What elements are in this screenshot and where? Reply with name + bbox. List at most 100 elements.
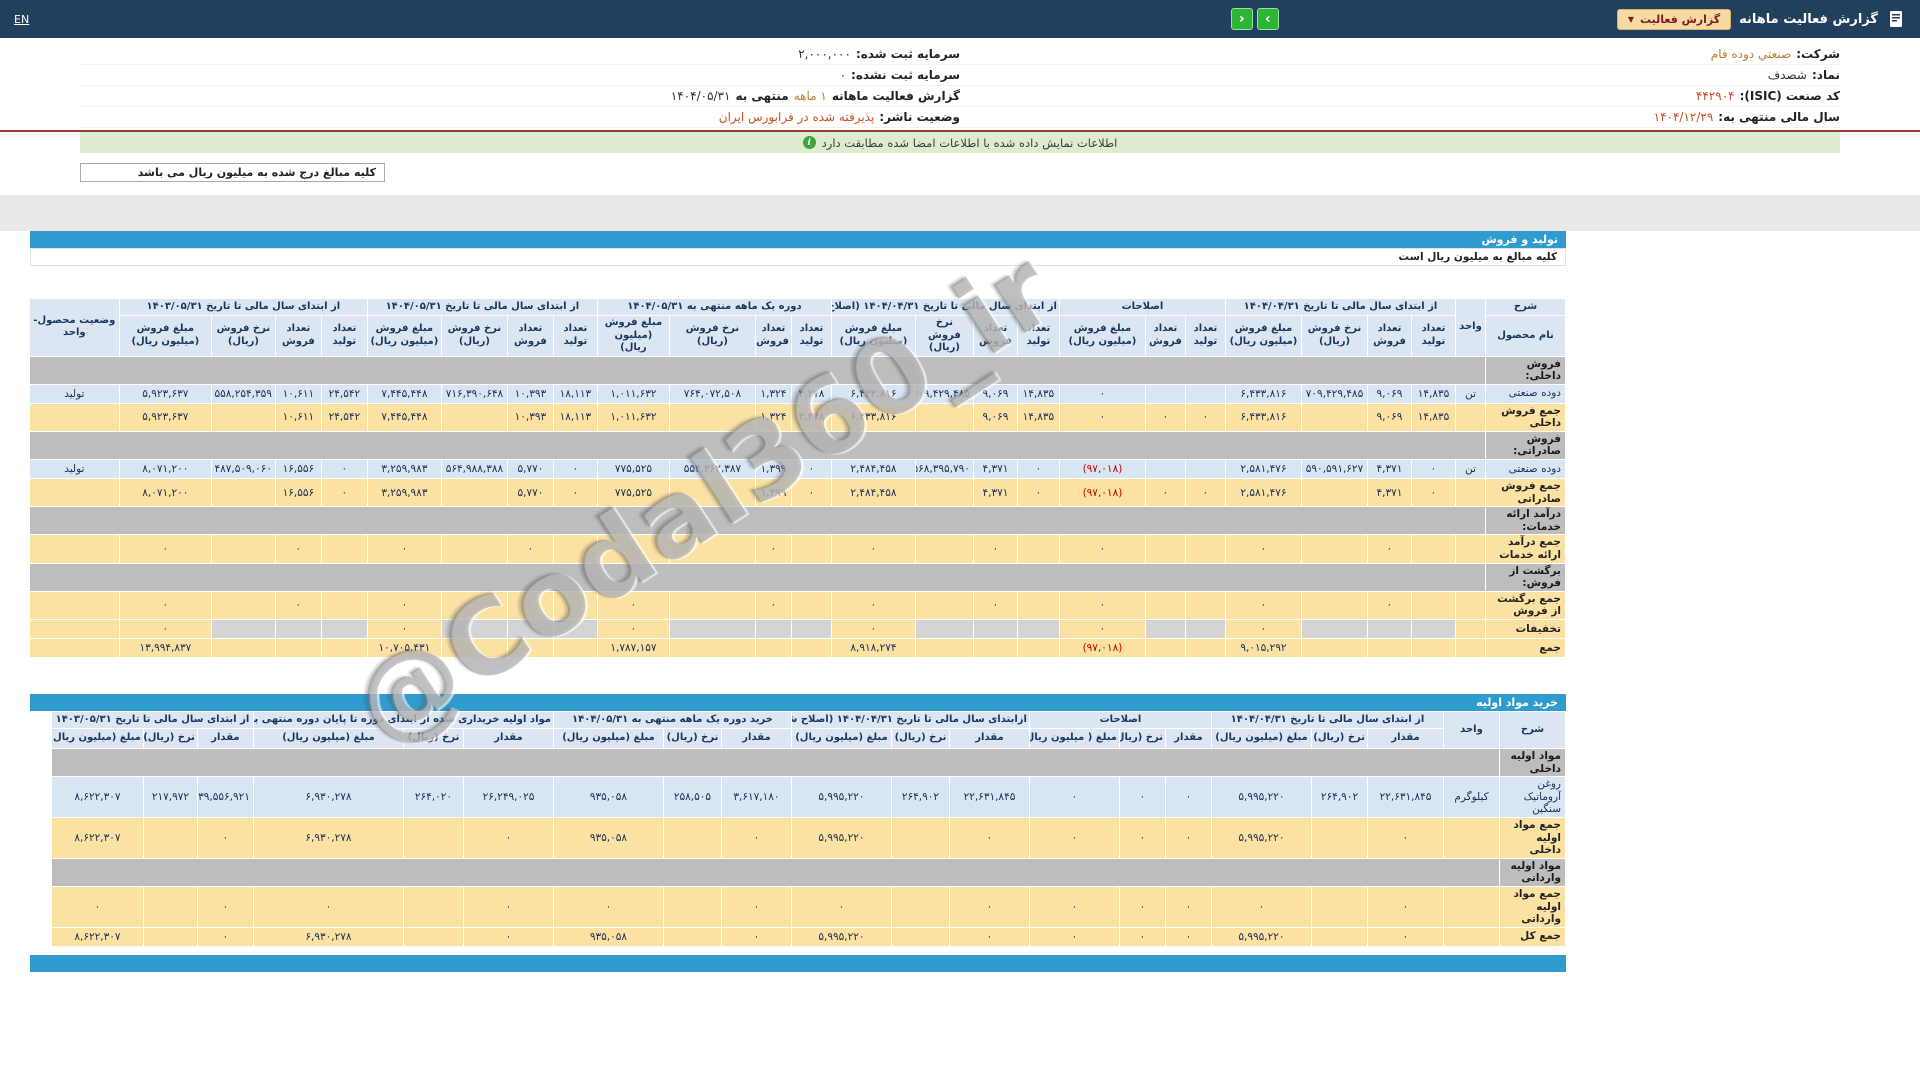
table-row: جمع فروش صادراتی ۰ ۴,۳۷۱ ۲,۵۸۱,۴۷۶ ۰ ۰ (۹۷,۰۱۸… [28,478,1566,508]
product-status-cell [28,402,120,432]
column-subheader: تعداد فروش [754,315,792,357]
info-value: صنعتي دوده فام [1710,47,1792,61]
value-cell: ۱۰,۳۹۳ [506,402,554,432]
info-label: شرکت: [1796,47,1840,61]
value-cell [1301,638,1368,658]
column-subheader: تعداد تولید [790,315,832,357]
value-cell: ۱۳,۹۹۴,۸۳۷ [118,638,212,658]
value-cell: ۲۶۴,۰۲۰ [402,776,464,818]
value-cell: ۱۰,۳۹۳ [506,383,554,404]
value-cell [28,562,1487,592]
column-group-header: دوره یک ماهه منتهی به ۱۴۰۴/۰۵/۳۱ [596,298,832,316]
column-subheader: مبلغ فروش (میلیون ریال) [830,315,916,357]
value-cell: ۱۰,۷۰۵,۴۳۱ [366,638,442,658]
value-cell [402,816,464,859]
unit-cell: تن [1455,383,1486,404]
value-cell: ۷۰۹,۴۲۹,۴۸۵ [1301,383,1368,404]
value-cell [402,885,464,928]
value-cell [1016,619,1060,639]
info-row: وضعیت ناشر: پذیرفته شده در فرابورس ایران [80,107,960,128]
amounts-note-box: کلیه مبالغ درج شده به میلیون ریال می باش… [80,163,385,182]
value-cell [142,885,198,928]
value-cell: ۰ [462,816,554,859]
table-row: برگشت از فروش: [28,562,1566,592]
row-label: جمع کل [1499,926,1566,947]
value-cell: ۱,۷۸۷,۱۵۷ [596,638,670,658]
value-cell: ۰ [274,590,322,621]
value-cell: ۵۶۸,۳۹۵,۷۹۰ [914,459,974,480]
info-label: گزارش فعالیت ماهانه [831,89,960,103]
value-cell [914,638,974,658]
table-row: تخفیفات ۰ ۰ ۰ ۰ ۰ ۰ [28,619,1566,639]
value-cell [50,747,1501,778]
value-cell [1184,638,1226,658]
value-cell: ۳,۶۱۷,۱۸۰ [720,776,792,818]
language-toggle-en[interactable]: EN [14,13,29,26]
column-group-header: از ابتدای سال مالی تا تاریخ ۱۴۰۴/۰۵/۳۱ [366,298,598,316]
column-subheader: نرخ (ریال) [662,728,722,749]
column-subheader: مبلغ فروش (میلیون ریال) [1224,315,1303,357]
report-icon [1886,9,1906,29]
value-cell [1367,638,1412,658]
value-cell: ۲۴,۵۴۲ [320,402,368,432]
value-cell: ۰ [118,590,212,621]
value-cell: ۰ [1224,590,1303,621]
chevron-right-icon: › [1264,11,1271,27]
info-label: سرمایه ثبت شده: [855,47,960,61]
column-subheader: نرخ فروش (ریال) [668,315,756,357]
value-cell [1144,590,1186,621]
value-cell [210,402,276,432]
value-cell [320,534,368,564]
value-cell [210,619,276,639]
raw-materials-table: شرح واحد از ابتدای سال مالی تا تاریخ ۱۴۰۴/… [50,711,1566,947]
row-label: دوده صنعتی [1485,459,1566,480]
column-subheader: مقدار [196,728,254,749]
value-cell: ۸,۹۱۸,۲۷۴ [830,638,916,658]
row-label: فروش صادراتی: [1485,430,1566,461]
value-cell [914,619,974,639]
value-cell [668,590,756,621]
value-cell: ۵,۹۹۵,۲۲۰ [790,926,892,947]
column-subheader: تعداد فروش [1144,315,1186,357]
column-group-header: واحد [1455,298,1486,357]
value-cell: ۰ [118,534,212,564]
value-cell: ۲,۵۸۱,۴۷۶ [1224,459,1303,480]
value-cell: ۰ [552,885,664,928]
value-cell [1184,459,1226,480]
value-cell [1301,590,1368,621]
value-cell: ۵,۹۹۵,۲۲۰ [790,776,892,818]
value-cell: ۹,۰۶۹ [972,402,1018,432]
value-cell [1311,816,1368,859]
signature-match-banner: اطلاعات نمایش داده شده با اطلاعات امضا ش… [80,132,1840,153]
report-type-dropdown[interactable]: گزارش فعالیت ▼ [1616,8,1732,30]
value-cell: ۰ [720,816,792,859]
table-row: جمع برگشت از فروش ۰ ۰ ۰ ۰ ۰ ۰ ۰ ۰ ۰ ۰ ۰ [28,590,1566,621]
value-cell: ۳,۲۵۹,۹۸۳ [366,478,442,508]
column-subheader: تعداد تولید [320,315,368,357]
value-cell [790,534,832,564]
value-cell: ۰ [1144,478,1186,508]
page-gap [0,195,1920,231]
value-cell: ۰ [1411,478,1456,508]
value-cell: ۱۶,۵۵۶ [274,478,322,508]
value-cell: ۲۲,۶۳۱,۸۴۵ [1367,776,1444,818]
value-cell [662,885,722,928]
prev-report-button[interactable]: ‹ [1230,8,1253,30]
value-cell: ۰ [754,534,792,564]
value-cell: ۰ [948,885,1030,928]
value-cell: ۰ [196,926,254,947]
value-cell: ۰ [1210,885,1313,928]
value-cell: ۱۶,۵۵۶ [274,459,322,480]
info-value: ۱۴۰۴/۰۵/۳۱ [670,89,731,103]
unit-cell [1455,638,1486,658]
column-group-header: شرح [1499,711,1566,749]
column-group-header: اصلاحات [1028,711,1212,729]
column-subheader: مبلغ (میلیون ریال) [50,728,144,749]
value-cell: ۵,۹۲۳,۶۳۷ [118,383,212,404]
value-cell: ۰ [1367,534,1412,564]
value-cell: ۰ [366,619,442,639]
row-label: مواد اولیه داخلی [1499,747,1566,778]
unit-cell [1455,619,1486,639]
next-report-button[interactable]: › [1256,8,1279,30]
